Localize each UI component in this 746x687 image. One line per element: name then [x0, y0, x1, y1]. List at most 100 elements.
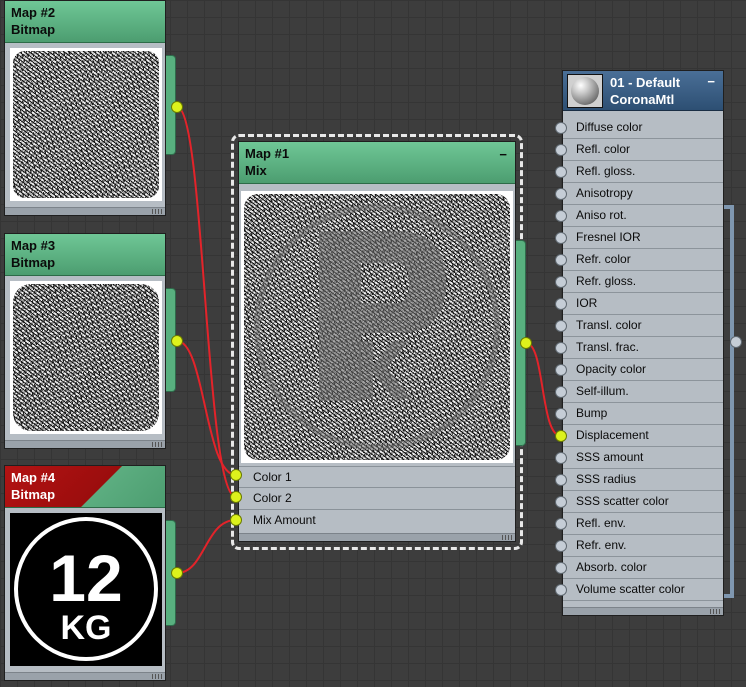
slot-displacement-socket[interactable]	[555, 430, 567, 442]
slot-absorb-color[interactable]: Absorb. color	[563, 557, 723, 579]
slot-self-illum[interactable]: Self-illum.	[563, 381, 723, 403]
slot-volume-scatter-color-socket[interactable]	[555, 584, 567, 596]
badge-number: 12	[49, 541, 122, 615]
material-node[interactable]: 01 - Default CoronaMtl − Diffuse color Re…	[562, 70, 724, 616]
wire-map2-to-color2	[176, 106, 237, 498]
collapse-button[interactable]: −	[499, 146, 507, 163]
slot-diffuse-color-socket[interactable]	[555, 122, 567, 134]
watermark-logo-icon	[254, 204, 500, 450]
mix-input-color2[interactable]: Color 2	[239, 487, 515, 508]
map3-footer	[5, 440, 165, 448]
slot-opacity-color[interactable]: Opacity color	[563, 359, 723, 381]
slot-refl-color-socket[interactable]	[555, 144, 567, 156]
slot-refr-gloss-label: Refr. gloss.	[576, 274, 637, 288]
slot-sss-amount-socket[interactable]	[555, 452, 567, 464]
slot-transl-color-label: Transl. color	[576, 318, 642, 332]
mix-input-mix-amount[interactable]: Mix Amount	[239, 509, 515, 530]
slot-refr-gloss-socket[interactable]	[555, 276, 567, 288]
resize-grip-icon[interactable]	[152, 209, 162, 214]
material-header[interactable]: 01 - Default CoronaMtl −	[563, 71, 723, 111]
slot-absorb-color-socket[interactable]	[555, 562, 567, 574]
slot-refl-gloss[interactable]: Refl. gloss.	[563, 161, 723, 183]
slot-aniso-rot[interactable]: Aniso rot.	[563, 205, 723, 227]
map1-type: Mix	[245, 163, 267, 178]
slot-sss-scatter-color[interactable]: SSS scatter color	[563, 491, 723, 513]
slot-ior-socket[interactable]	[555, 298, 567, 310]
resize-grip-icon[interactable]	[152, 442, 162, 447]
map4-node[interactable]: Map #4 Bitmap 12 KG	[4, 465, 166, 681]
map3-title: Map #3	[11, 238, 56, 253]
slot-bump-socket[interactable]	[555, 408, 567, 420]
mix-input-mix-amount-socket[interactable]	[230, 514, 242, 526]
slot-refl-gloss-socket[interactable]	[555, 166, 567, 178]
map4-output-socket[interactable]	[171, 567, 183, 579]
slot-sss-radius-socket[interactable]	[555, 474, 567, 486]
slot-displacement[interactable]: Displacement	[563, 425, 723, 447]
map3-type: Bitmap	[11, 255, 56, 270]
material-output-socket[interactable]	[730, 336, 742, 348]
slot-sss-scatter-color-label: SSS scatter color	[576, 494, 669, 508]
slot-refr-color[interactable]: Refr. color	[563, 249, 723, 271]
slot-opacity-color-socket[interactable]	[555, 364, 567, 376]
slot-sss-radius-label: SSS radius	[576, 472, 637, 486]
slot-anisotropy[interactable]: Anisotropy	[563, 183, 723, 205]
slot-self-illum-socket[interactable]	[555, 386, 567, 398]
map2-type: Bitmap	[11, 22, 56, 37]
slot-refl-color[interactable]: Refl. color	[563, 139, 723, 161]
map2-header[interactable]: Map #2 Bitmap	[5, 1, 165, 43]
map2-node[interactable]: Map #2 Bitmap	[4, 0, 166, 216]
material-footer	[563, 607, 723, 615]
map1-node[interactable]: Map #1 Mix − Color 1 Color 2 Mix Amount	[238, 141, 516, 542]
map1-header[interactable]: Map #1 Mix −	[239, 142, 515, 184]
slot-ior[interactable]: IOR	[563, 293, 723, 315]
map1-title: Map #1	[245, 146, 290, 161]
map3-node[interactable]: Map #3 Bitmap	[4, 233, 166, 449]
slot-absorb-color-label: Absorb. color	[576, 560, 647, 574]
slot-refr-color-socket[interactable]	[555, 254, 567, 266]
slot-sss-amount-label: SSS amount	[576, 450, 644, 464]
slot-opacity-color-label: Opacity color	[576, 362, 647, 376]
collapse-button[interactable]: −	[707, 73, 715, 90]
resize-grip-icon[interactable]	[502, 535, 512, 540]
slot-transl-frac[interactable]: Transl. frac.	[563, 337, 723, 359]
slot-volume-scatter-color[interactable]: Volume scatter color	[563, 579, 723, 601]
slot-fresnel-ior-socket[interactable]	[555, 232, 567, 244]
slot-refr-env-label: Refr. env.	[576, 538, 627, 552]
map4-header[interactable]: Map #4 Bitmap	[5, 466, 165, 508]
slot-refl-env-label: Refl. env.	[576, 516, 626, 530]
map3-output-socket[interactable]	[171, 335, 183, 347]
slot-fresnel-ior[interactable]: Fresnel IOR	[563, 227, 723, 249]
mix-input-color2-socket[interactable]	[230, 491, 242, 503]
map4-type: Bitmap	[11, 487, 56, 502]
slot-refr-env[interactable]: Refr. env.	[563, 535, 723, 557]
slot-refr-env-socket[interactable]	[555, 540, 567, 552]
map1-output-socket[interactable]	[520, 337, 532, 349]
mix-input-color1[interactable]: Color 1	[239, 466, 515, 487]
slot-sss-radius[interactable]: SSS radius	[563, 469, 723, 491]
resize-grip-icon[interactable]	[152, 674, 162, 679]
slot-refl-color-label: Refl. color	[576, 142, 631, 156]
slot-transl-color-socket[interactable]	[555, 320, 567, 332]
map2-title: Map #2	[11, 5, 56, 20]
slot-aniso-rot-socket[interactable]	[555, 210, 567, 222]
map2-output-socket[interactable]	[171, 101, 183, 113]
wire-map4-to-mix-amount	[176, 519, 237, 574]
weight-badge-icon: 12 KG	[14, 517, 158, 661]
map2-footer	[5, 207, 165, 215]
slot-transl-color[interactable]: Transl. color	[563, 315, 723, 337]
slot-sss-scatter-color-socket[interactable]	[555, 496, 567, 508]
slot-anisotropy-socket[interactable]	[555, 188, 567, 200]
slot-volume-scatter-color-label: Volume scatter color	[576, 582, 685, 596]
slot-refl-env[interactable]: Refl. env.	[563, 513, 723, 535]
slot-bump[interactable]: Bump	[563, 403, 723, 425]
map3-header[interactable]: Map #3 Bitmap	[5, 234, 165, 276]
slot-fresnel-ior-label: Fresnel IOR	[576, 230, 641, 244]
slot-diffuse-color[interactable]: Diffuse color	[563, 117, 723, 139]
slot-transl-frac-socket[interactable]	[555, 342, 567, 354]
slot-refr-gloss[interactable]: Refr. gloss.	[563, 271, 723, 293]
slot-sss-amount[interactable]: SSS amount	[563, 447, 723, 469]
slot-refl-env-socket[interactable]	[555, 518, 567, 530]
resize-grip-icon[interactable]	[710, 609, 720, 614]
mix-input-color1-socket[interactable]	[230, 469, 242, 481]
map2-preview	[10, 48, 162, 201]
